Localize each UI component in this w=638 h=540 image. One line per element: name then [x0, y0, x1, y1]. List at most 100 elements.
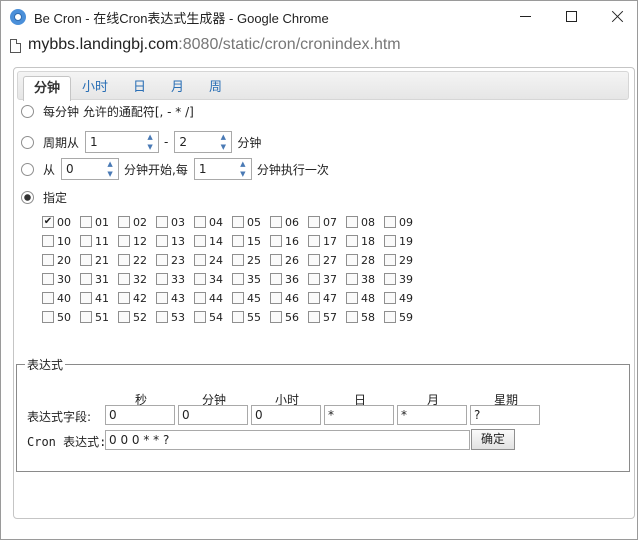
minute-checkbox-item[interactable]: 11 — [80, 233, 109, 249]
radio-period[interactable] — [21, 135, 34, 149]
checkbox-icon[interactable] — [42, 273, 54, 285]
checkbox-icon[interactable] — [384, 292, 396, 304]
checkbox-icon[interactable] — [270, 292, 282, 304]
minute-checkbox-item[interactable]: 30 — [42, 271, 71, 287]
checkbox-icon[interactable] — [270, 235, 282, 247]
minute-checkbox-item[interactable]: 02 — [118, 214, 147, 230]
checkbox-icon[interactable] — [194, 311, 206, 323]
minute-checkbox-item[interactable]: 38 — [346, 271, 375, 287]
checkbox-icon[interactable] — [156, 311, 168, 323]
checkbox-icon[interactable] — [346, 254, 358, 266]
checkbox-icon[interactable] — [384, 273, 396, 285]
checkbox-icon[interactable] — [384, 216, 396, 228]
minute-checkbox-item[interactable]: 40 — [42, 290, 71, 306]
radio-from[interactable] — [21, 162, 34, 176]
checkbox-icon[interactable] — [118, 292, 130, 304]
spinner-arrows-icon[interactable]: ▲ ▼ — [143, 133, 157, 151]
checkbox-icon[interactable] — [118, 235, 130, 247]
minute-checkbox-item[interactable]: 26 — [270, 252, 299, 268]
checkbox-icon[interactable] — [156, 273, 168, 285]
minute-checkbox-item[interactable]: 24 — [194, 252, 223, 268]
minute-checkbox-item[interactable]: 20 — [42, 252, 71, 268]
checkbox-icon[interactable] — [194, 292, 206, 304]
checkbox-icon[interactable] — [80, 273, 92, 285]
checkbox-icon[interactable] — [232, 311, 244, 323]
minute-checkbox-item[interactable]: 16 — [270, 233, 299, 249]
checkbox-icon[interactable] — [80, 292, 92, 304]
minute-checkbox-item[interactable]: 08 — [346, 214, 375, 230]
checkbox-icon[interactable] — [270, 254, 282, 266]
checkbox-icon[interactable] — [384, 235, 396, 247]
close-button[interactable] — [594, 1, 638, 32]
minute-checkbox-item[interactable]: 23 — [156, 252, 185, 268]
checkbox-icon[interactable] — [308, 235, 320, 247]
minute-checkbox-item[interactable]: 47 — [308, 290, 337, 306]
checkbox-icon[interactable] — [118, 273, 130, 285]
minute-checkbox-item[interactable]: 06 — [270, 214, 299, 230]
checkbox-icon[interactable] — [156, 254, 168, 266]
checkbox-icon[interactable] — [346, 235, 358, 247]
checkbox-icon[interactable] — [346, 273, 358, 285]
minute-checkbox-item[interactable]: 44 — [194, 290, 223, 306]
minute-checkbox-item[interactable]: 53 — [156, 309, 185, 325]
checkbox-icon[interactable] — [270, 216, 282, 228]
checkbox-icon[interactable] — [346, 292, 358, 304]
checkbox-icon[interactable] — [156, 216, 168, 228]
checkbox-icon[interactable] — [232, 216, 244, 228]
minute-checkbox-item[interactable]: 32 — [118, 271, 147, 287]
checkbox-icon[interactable] — [194, 273, 206, 285]
minute-checkbox-item[interactable]: 09 — [384, 214, 413, 230]
checkbox-icon[interactable] — [118, 311, 130, 323]
checkbox-icon[interactable] — [80, 254, 92, 266]
checkbox-icon[interactable] — [270, 273, 282, 285]
checkbox-icon[interactable] — [118, 216, 130, 228]
minute-checkbox-item[interactable]: 04 — [194, 214, 223, 230]
checkbox-icon[interactable] — [80, 235, 92, 247]
checkbox-icon[interactable] — [308, 273, 320, 285]
tab-week[interactable]: 周 — [199, 76, 232, 101]
minute-checkbox-item[interactable]: 36 — [270, 271, 299, 287]
checkbox-icon[interactable] — [42, 235, 54, 247]
minute-checkbox-item[interactable]: 03 — [156, 214, 185, 230]
minute-checkbox-item[interactable]: 21 — [80, 252, 109, 268]
checkbox-checked-icon[interactable]: ✔ — [42, 216, 54, 228]
minute-checkbox-item[interactable]: 56 — [270, 309, 299, 325]
url-text[interactable]: mybbs.landingbj.com:8080/static/cron/cro… — [28, 36, 401, 54]
minute-checkbox-item[interactable]: 31 — [80, 271, 109, 287]
checkbox-icon[interactable] — [384, 311, 396, 323]
checkbox-icon[interactable] — [232, 292, 244, 304]
spinner-arrows-icon[interactable]: ▲ ▼ — [236, 160, 250, 178]
minute-checkbox-item[interactable]: 49 — [384, 290, 413, 306]
period-end-spinner[interactable]: 2 ▲ ▼ — [174, 131, 233, 153]
checkbox-icon[interactable] — [308, 311, 320, 323]
minute-checkbox-item[interactable]: 43 — [156, 290, 185, 306]
checkbox-icon[interactable] — [42, 254, 54, 266]
field-second-input[interactable]: 0 — [105, 405, 175, 425]
minute-checkbox-item[interactable]: 25 — [232, 252, 261, 268]
checkbox-icon[interactable] — [232, 273, 244, 285]
cron-expression-input[interactable]: 0 0 0 * * ? — [105, 430, 470, 450]
minute-checkbox-item[interactable]: 15 — [232, 233, 261, 249]
minute-checkbox-item[interactable]: 14 — [194, 233, 223, 249]
radio-specify[interactable] — [21, 190, 34, 204]
checkbox-icon[interactable] — [308, 292, 320, 304]
minute-checkbox-item[interactable]: 51 — [80, 309, 109, 325]
maximize-button[interactable] — [548, 1, 594, 32]
field-week-input[interactable]: ? — [470, 405, 540, 425]
checkbox-icon[interactable] — [346, 311, 358, 323]
minute-checkbox-item[interactable]: 29 — [384, 252, 413, 268]
ok-button[interactable]: 确定 — [471, 429, 515, 450]
address-bar[interactable]: mybbs.landingbj.com:8080/static/cron/cro… — [1, 32, 637, 61]
checkbox-icon[interactable] — [42, 311, 54, 323]
minute-checkbox-item[interactable]: 07 — [308, 214, 337, 230]
tab-day[interactable]: 日 — [123, 76, 156, 101]
minute-checkbox-item[interactable]: 42 — [118, 290, 147, 306]
checkbox-icon[interactable] — [232, 254, 244, 266]
minute-checkbox-item[interactable]: 48 — [346, 290, 375, 306]
every-interval-spinner[interactable]: 1 ▲ ▼ — [193, 158, 252, 180]
checkbox-icon[interactable] — [270, 311, 282, 323]
minute-checkbox-item[interactable]: 52 — [118, 309, 147, 325]
spinner-arrows-icon[interactable]: ▲ ▼ — [103, 160, 117, 178]
from-start-spinner[interactable]: 0 ▲ ▼ — [61, 158, 120, 180]
checkbox-icon[interactable] — [194, 254, 206, 266]
